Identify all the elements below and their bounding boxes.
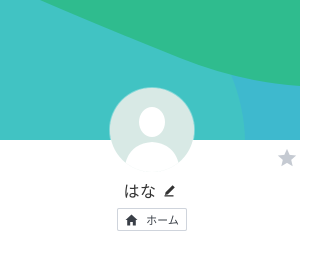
- house-icon: [125, 214, 138, 225]
- profile-screen: はな ホーム: [0, 0, 300, 276]
- star-icon[interactable]: [276, 147, 298, 169]
- avatar[interactable]: [110, 88, 194, 172]
- home-label: ホーム: [146, 213, 179, 227]
- default-person-avatar-icon: [110, 88, 194, 172]
- pencil-icon[interactable]: [163, 183, 177, 197]
- profile-name-row: はな: [0, 177, 300, 203]
- home-button[interactable]: ホーム: [117, 208, 187, 231]
- profile-name: はな: [123, 182, 157, 201]
